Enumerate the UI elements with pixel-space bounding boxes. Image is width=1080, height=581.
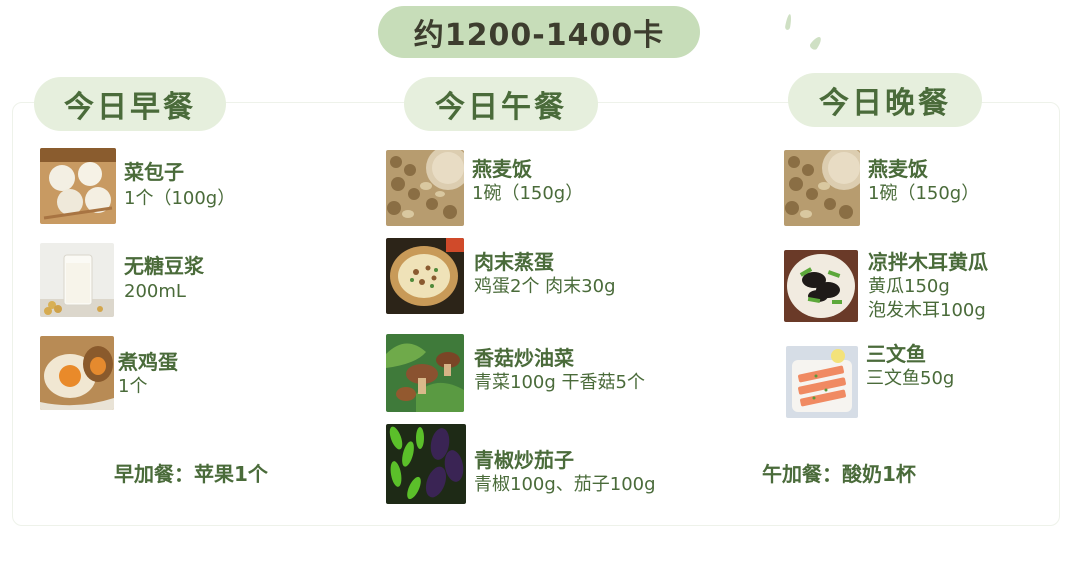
food-quantity: 1碗（150g） (472, 183, 584, 204)
food-name: 燕麦饭 (868, 157, 928, 181)
mushroom-greens-image (386, 334, 464, 412)
salmon-image (786, 346, 858, 418)
oat-rice-image (386, 150, 464, 226)
food-name: 菜包子 (124, 160, 184, 184)
food-quantity: 青椒100g、茄子100g (474, 474, 656, 495)
food-name: 青椒炒茄子 (474, 448, 574, 472)
food-name: 凉拌木耳黄瓜 (868, 250, 988, 274)
soy-milk-image (40, 243, 114, 317)
boiled-egg-image (40, 336, 114, 410)
leaf-decoration (784, 13, 793, 31)
dinner-header: 今日晚餐 (788, 73, 982, 127)
breakfast-snack: 早加餐：苹果1个 (114, 462, 268, 486)
food-name: 肉末蒸蛋 (474, 250, 554, 274)
steamed-buns-image (40, 148, 116, 224)
food-name: 三文鱼 (866, 342, 926, 366)
lunch-header: 今日午餐 (404, 77, 598, 131)
food-name: 煮鸡蛋 (118, 350, 178, 374)
food-quantity: 青菜100g 干香菇5个 (474, 372, 645, 393)
food-name: 燕麦饭 (472, 157, 532, 181)
calorie-badge: 约1200-1400卡 (378, 6, 700, 58)
steamed-egg-image (386, 238, 464, 314)
food-name: 无糖豆浆 (124, 254, 204, 278)
food-quantity: 泡发木耳100g (868, 300, 986, 321)
leaf-decoration (808, 34, 824, 52)
food-name: 香菇炒油菜 (474, 346, 574, 370)
afternoon-snack: 午加餐：酸奶1杯 (762, 462, 916, 486)
food-quantity: 1个（100g） (124, 188, 236, 209)
food-quantity: 1个 (118, 376, 148, 397)
pepper-eggplant-image (386, 424, 466, 504)
food-quantity: 鸡蛋2个 肉末30g (474, 276, 616, 297)
oat-rice-image (784, 150, 860, 226)
fungus-cucumber-image (784, 250, 858, 322)
breakfast-header: 今日早餐 (34, 77, 226, 131)
food-quantity: 200mL (124, 281, 186, 302)
food-quantity: 黄瓜150g (868, 276, 950, 297)
food-quantity: 三文鱼50g (866, 368, 955, 389)
food-quantity: 1碗（150g） (868, 183, 980, 204)
